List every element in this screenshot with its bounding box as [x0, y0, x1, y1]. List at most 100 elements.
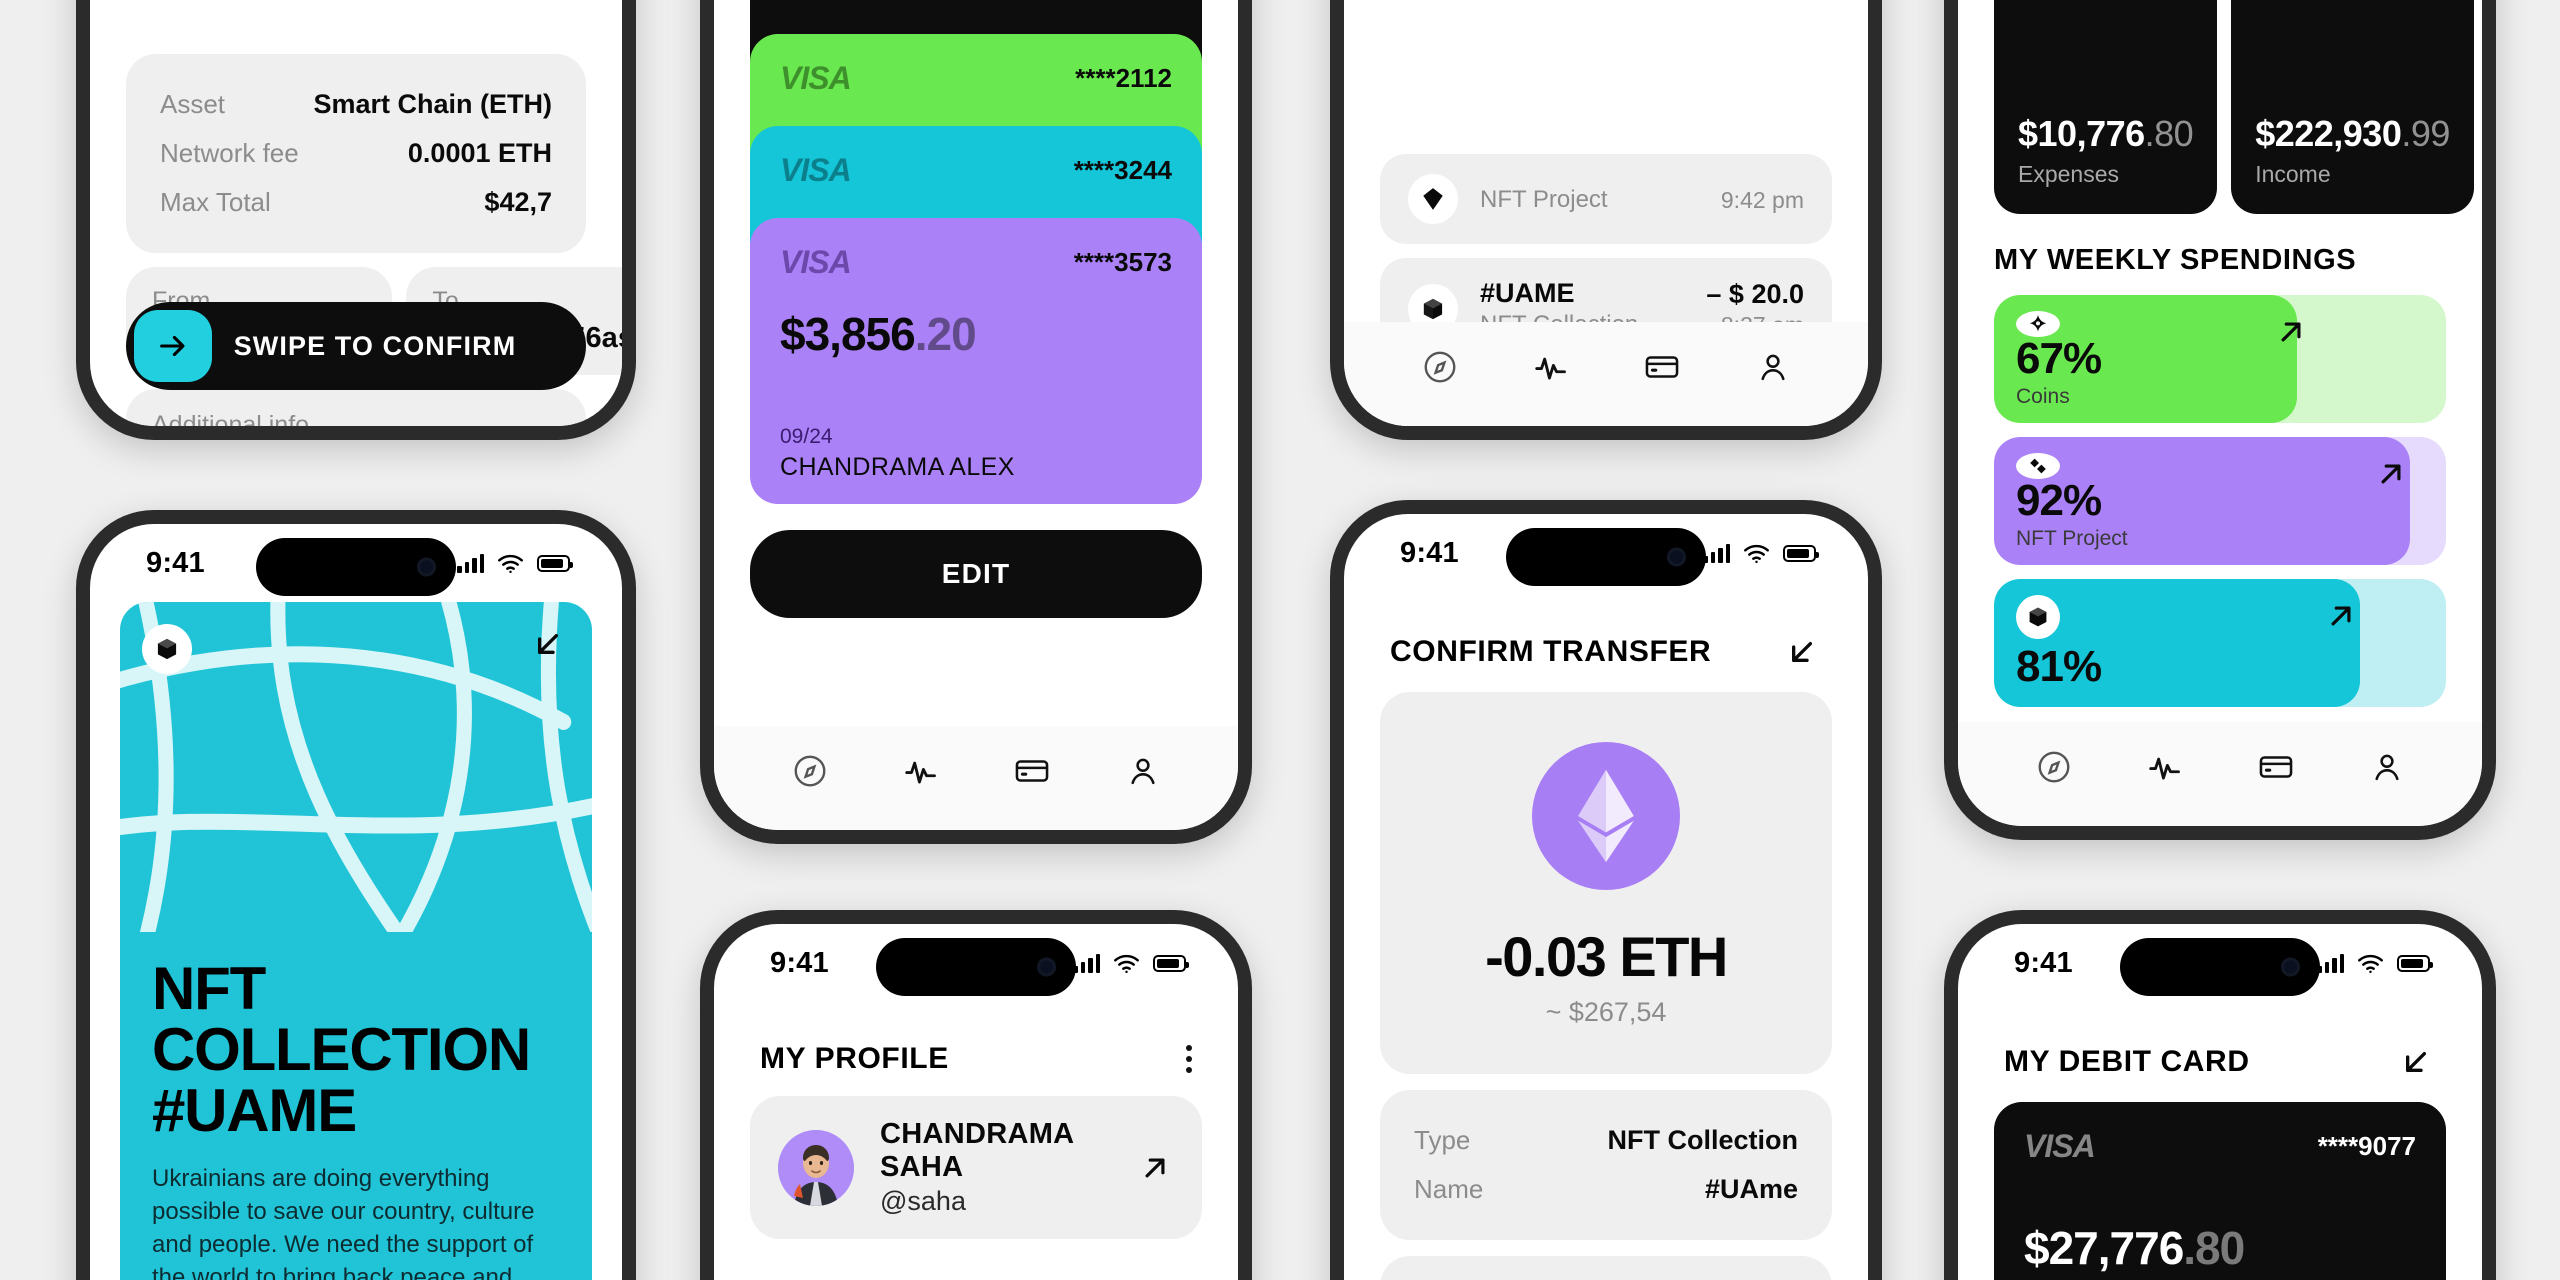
stat-card-expenses[interactable]: $10,776.80 Expenses [1994, 0, 2218, 214]
detail-key: Network fee [160, 138, 299, 168]
person-icon[interactable] [2368, 748, 2406, 786]
phone-confirm-summary: Asset Smart Chain (ETH) Network fee 0.00… [76, 0, 636, 440]
card-mask: ****2112 [1075, 63, 1172, 93]
avatar-illustration [778, 1129, 854, 1206]
transaction-row[interactable]: NFT Project 9:42 pm [1380, 154, 1832, 244]
status-time: 9:41 [2014, 946, 2073, 979]
swipe-knob[interactable] [134, 310, 212, 382]
screen-nft-collection: 9:41 NFT COLLECTION #UAME Ukrainians are… [90, 524, 622, 1280]
spending-bar-coins[interactable]: 67% Coins [1994, 295, 2446, 423]
wifi-icon [498, 554, 523, 573]
wifi-icon [1744, 544, 1769, 563]
status-time: 9:41 [770, 946, 829, 979]
diamond-glyph [1423, 188, 1443, 210]
page-title: CONFIRM TRANSFER [1390, 635, 1712, 668]
arrow-down-left-icon[interactable] [2396, 1042, 2436, 1082]
diamond-icon [1408, 174, 1458, 224]
detail-row: Type NFT Collection [1414, 1116, 1798, 1165]
status-time: 9:41 [1400, 536, 1459, 569]
visa-logo: VISA [2024, 1128, 2096, 1164]
card-icon[interactable] [2257, 748, 2295, 786]
transfer-amount: -0.03 ETH [1485, 925, 1728, 988]
dynamic-island [2120, 938, 2320, 996]
activity-icon[interactable] [902, 752, 940, 790]
screen-my-profile: 9:41 MY PROFILE CHANDRAMA SAHA @saha [714, 924, 1238, 1280]
phone-confirm-transfer: 9:41 CONFIRM TRANSFER -0.03 ETH ~ $267,5… [1330, 500, 1882, 1280]
compass-icon[interactable] [1421, 348, 1459, 386]
card-mask: ****3573 [1073, 247, 1172, 277]
status-bar: 9:41 [714, 924, 1238, 1002]
tabbar [1344, 322, 1868, 426]
stat-card-income[interactable]: $222,930.99 Income [2231, 0, 2474, 214]
status-bar: 9:41 [90, 524, 622, 602]
edit-card-label: EDIT [941, 558, 1011, 589]
nft-title-line: NFT [152, 955, 266, 1022]
profile-user-card[interactable]: CHANDRAMA SAHA @saha [750, 1096, 1202, 1239]
tabbar [1958, 722, 2482, 826]
spending-percent: 67% [2016, 334, 2102, 383]
dynamic-island [1506, 528, 1706, 586]
profile-handle: @saha [880, 1186, 966, 1216]
income-label: Income [2255, 161, 2331, 187]
phone-weekly-spendings: $10,776.80 Expenses $222,930.99 Income M… [1944, 0, 2496, 840]
card-icon[interactable] [1013, 752, 1051, 790]
additional-info-field[interactable]: Additional info Ukrainians are doing eve… [126, 389, 586, 426]
card-icon[interactable] [1643, 348, 1681, 386]
spending-label: Coins [2016, 385, 2070, 408]
additional-info-label: Additional info [152, 411, 310, 426]
wifi-icon [1114, 954, 1139, 973]
visa-logo: VISA [780, 244, 852, 280]
arrow-up-right-icon[interactable] [2322, 597, 2360, 635]
edit-card-button[interactable]: EDIT [750, 530, 1202, 618]
profile-name: CHANDRAMA SAHA [880, 1118, 1074, 1183]
nft-title: NFT COLLECTION #UAME [152, 958, 560, 1142]
arrow-up-right-icon[interactable] [2272, 313, 2310, 351]
nft-hero-art [120, 602, 592, 932]
expenses-amount: $10,776 [2018, 113, 2145, 154]
screen-confirm-transfer: 9:41 CONFIRM TRANSFER -0.03 ETH ~ $267,5… [1344, 514, 1868, 1280]
spending-bar-nft-collection[interactable]: 81% [1994, 579, 2446, 707]
person-icon[interactable] [1754, 348, 1792, 386]
transfer-asset-group: Asset Smart Chain (ETH) Network fee 0.00… [1380, 1256, 1832, 1280]
tabbar [714, 726, 1238, 830]
spending-percent: 81% [2016, 642, 2102, 691]
arrow-down-left-icon[interactable] [528, 624, 568, 664]
cube-icon [142, 624, 192, 674]
phone-my-debit-card: 9:41 MY DEBIT CARD VISA ****9077 $27,776… [1944, 910, 2496, 1280]
transaction-time: 9:42 pm [1720, 186, 1804, 213]
transaction-amount: – $ 20.0 [1706, 278, 1804, 309]
cellular-icon [1703, 543, 1730, 563]
card-holder: CHANDRAMA ALEX [780, 453, 1015, 481]
person-icon[interactable] [1124, 752, 1162, 790]
expenses-amount-cents: .80 [2144, 113, 2194, 154]
detail-key: Asset [160, 89, 226, 119]
card-mask: ****3244 [1073, 155, 1172, 185]
arrow-up-right-icon[interactable] [2372, 455, 2410, 493]
battery-icon [1153, 954, 1189, 972]
activity-icon[interactable] [1532, 348, 1570, 386]
transaction-subtitle: NFT Project [1480, 186, 1608, 213]
wifi-icon [2358, 954, 2383, 973]
ethereum-icon [1532, 742, 1680, 890]
sparkle-glyph [2029, 315, 2047, 332]
debit-card[interactable]: VISA ****9077 $27,776.80 [1994, 1102, 2446, 1280]
income-amount-cents: .99 [2401, 113, 2450, 154]
card-item-active[interactable]: VISA ****3573 $3,856.20 09/24 CHANDRAMA … [750, 218, 1202, 504]
compass-icon[interactable] [791, 752, 829, 790]
battery-icon [537, 554, 573, 572]
battery-icon [1783, 544, 1819, 562]
spending-bar-nft-project[interactable]: 92% NFT Project [1994, 437, 2446, 565]
compass-icon[interactable] [2035, 748, 2073, 786]
dynamic-island [256, 538, 456, 596]
arrow-down-left-icon[interactable] [1782, 632, 1822, 672]
kebab-menu-icon[interactable] [1186, 1045, 1192, 1073]
profile-header: MY PROFILE [714, 1002, 1238, 1096]
swipe-to-confirm-button[interactable]: SWIPE TO CONFIRM [126, 302, 586, 390]
debit-card-header: MY DEBIT CARD [1958, 1002, 2482, 1102]
status-bar: 9:41 [1344, 514, 1868, 592]
card-mask: ****9077 [2317, 1131, 2416, 1161]
arrow-up-right-icon[interactable] [1136, 1149, 1174, 1187]
phone-nft-collection: 9:41 NFT COLLECTION #UAME Ukrainians are… [76, 510, 636, 1280]
activity-icon[interactable] [2146, 748, 2184, 786]
screen-transactions: NFT Project 9:42 pm #UAME NFT Collection [1344, 0, 1868, 426]
